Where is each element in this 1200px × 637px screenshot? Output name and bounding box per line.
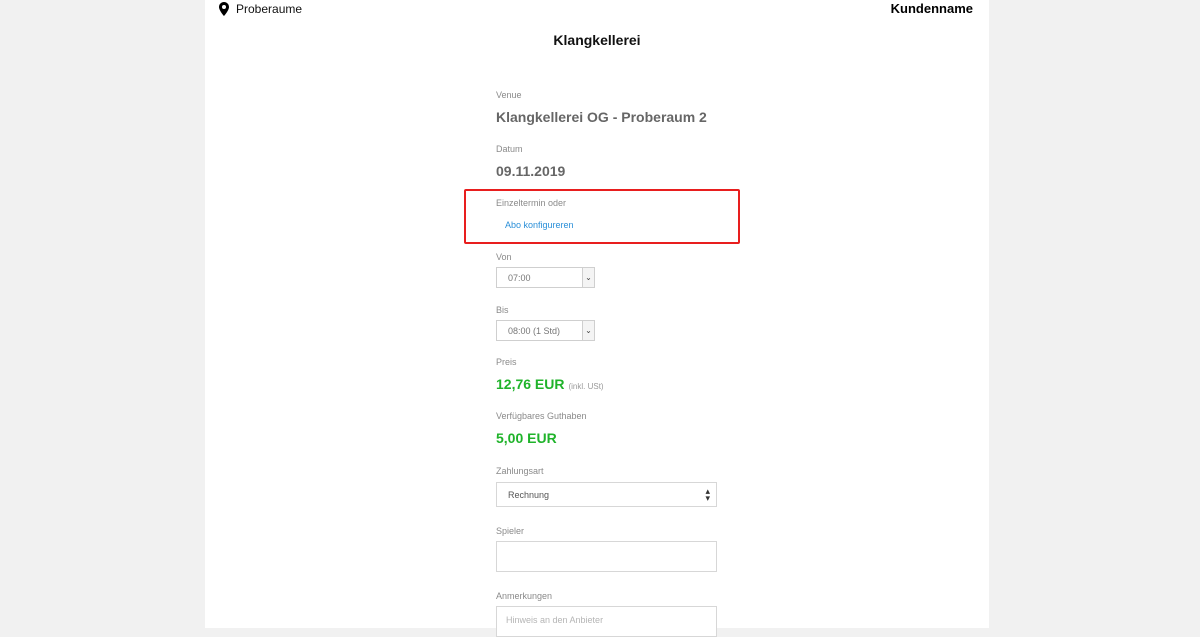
von-selected-value: 07:00 — [508, 273, 531, 283]
datum-value: 09.11.2019 — [496, 163, 566, 179]
venue-label: Venue — [496, 90, 522, 100]
preis-tax-note: (inkl. USt) — [568, 382, 604, 391]
anmerkungen-placeholder: Hinweis an den Anbieter — [506, 615, 604, 625]
map-pin-icon — [219, 2, 229, 16]
chevron-down-icon: ⌄ — [582, 268, 594, 287]
von-label: Von — [496, 252, 512, 262]
bis-select[interactable]: 08:00 (1 Std) ⌄ — [496, 320, 595, 341]
spieler-input[interactable] — [496, 541, 717, 572]
select-updown-icon: ▴ ▾ — [705, 486, 710, 503]
highlight-box — [464, 189, 740, 244]
guthaben-label: Verfügbares Guthaben — [496, 411, 587, 421]
preis-label: Preis — [496, 357, 517, 367]
customer-name-menu[interactable]: Kundenname — [891, 1, 973, 16]
anmerkungen-input[interactable]: Hinweis an den Anbieter — [496, 606, 717, 637]
page-title: Klangkellerei — [553, 32, 641, 48]
venue-value: Klangkellerei OG - Proberaum 2 — [496, 109, 707, 125]
zahlungsart-label: Zahlungsart — [496, 466, 544, 476]
chevron-down-icon: ⌄ — [582, 321, 594, 340]
nav-location-link[interactable]: Proberaume — [219, 2, 302, 16]
nav-location-label: Proberaume — [236, 2, 303, 16]
datum-label: Datum — [496, 144, 523, 154]
booking-page: Proberaume Kundenname Klangkellerei Venu… — [205, 0, 989, 637]
preis-value: 12,76 EUR (inkl. USt) — [496, 376, 604, 392]
preis-amount: 12,76 EUR — [496, 376, 565, 392]
zahlungsart-select[interactable]: Rechnung ▴ ▾ — [496, 482, 717, 507]
anmerkungen-label: Anmerkungen — [496, 591, 553, 601]
bis-selected-value: 08:00 (1 Std) — [508, 326, 561, 336]
guthaben-value: 5,00 EUR — [496, 430, 557, 446]
von-select[interactable]: 07:00 ⌄ — [496, 267, 595, 288]
bis-label: Bis — [496, 305, 509, 315]
zahlungsart-selected-value: Rechnung — [508, 490, 550, 500]
spieler-label: Spieler — [496, 526, 525, 536]
